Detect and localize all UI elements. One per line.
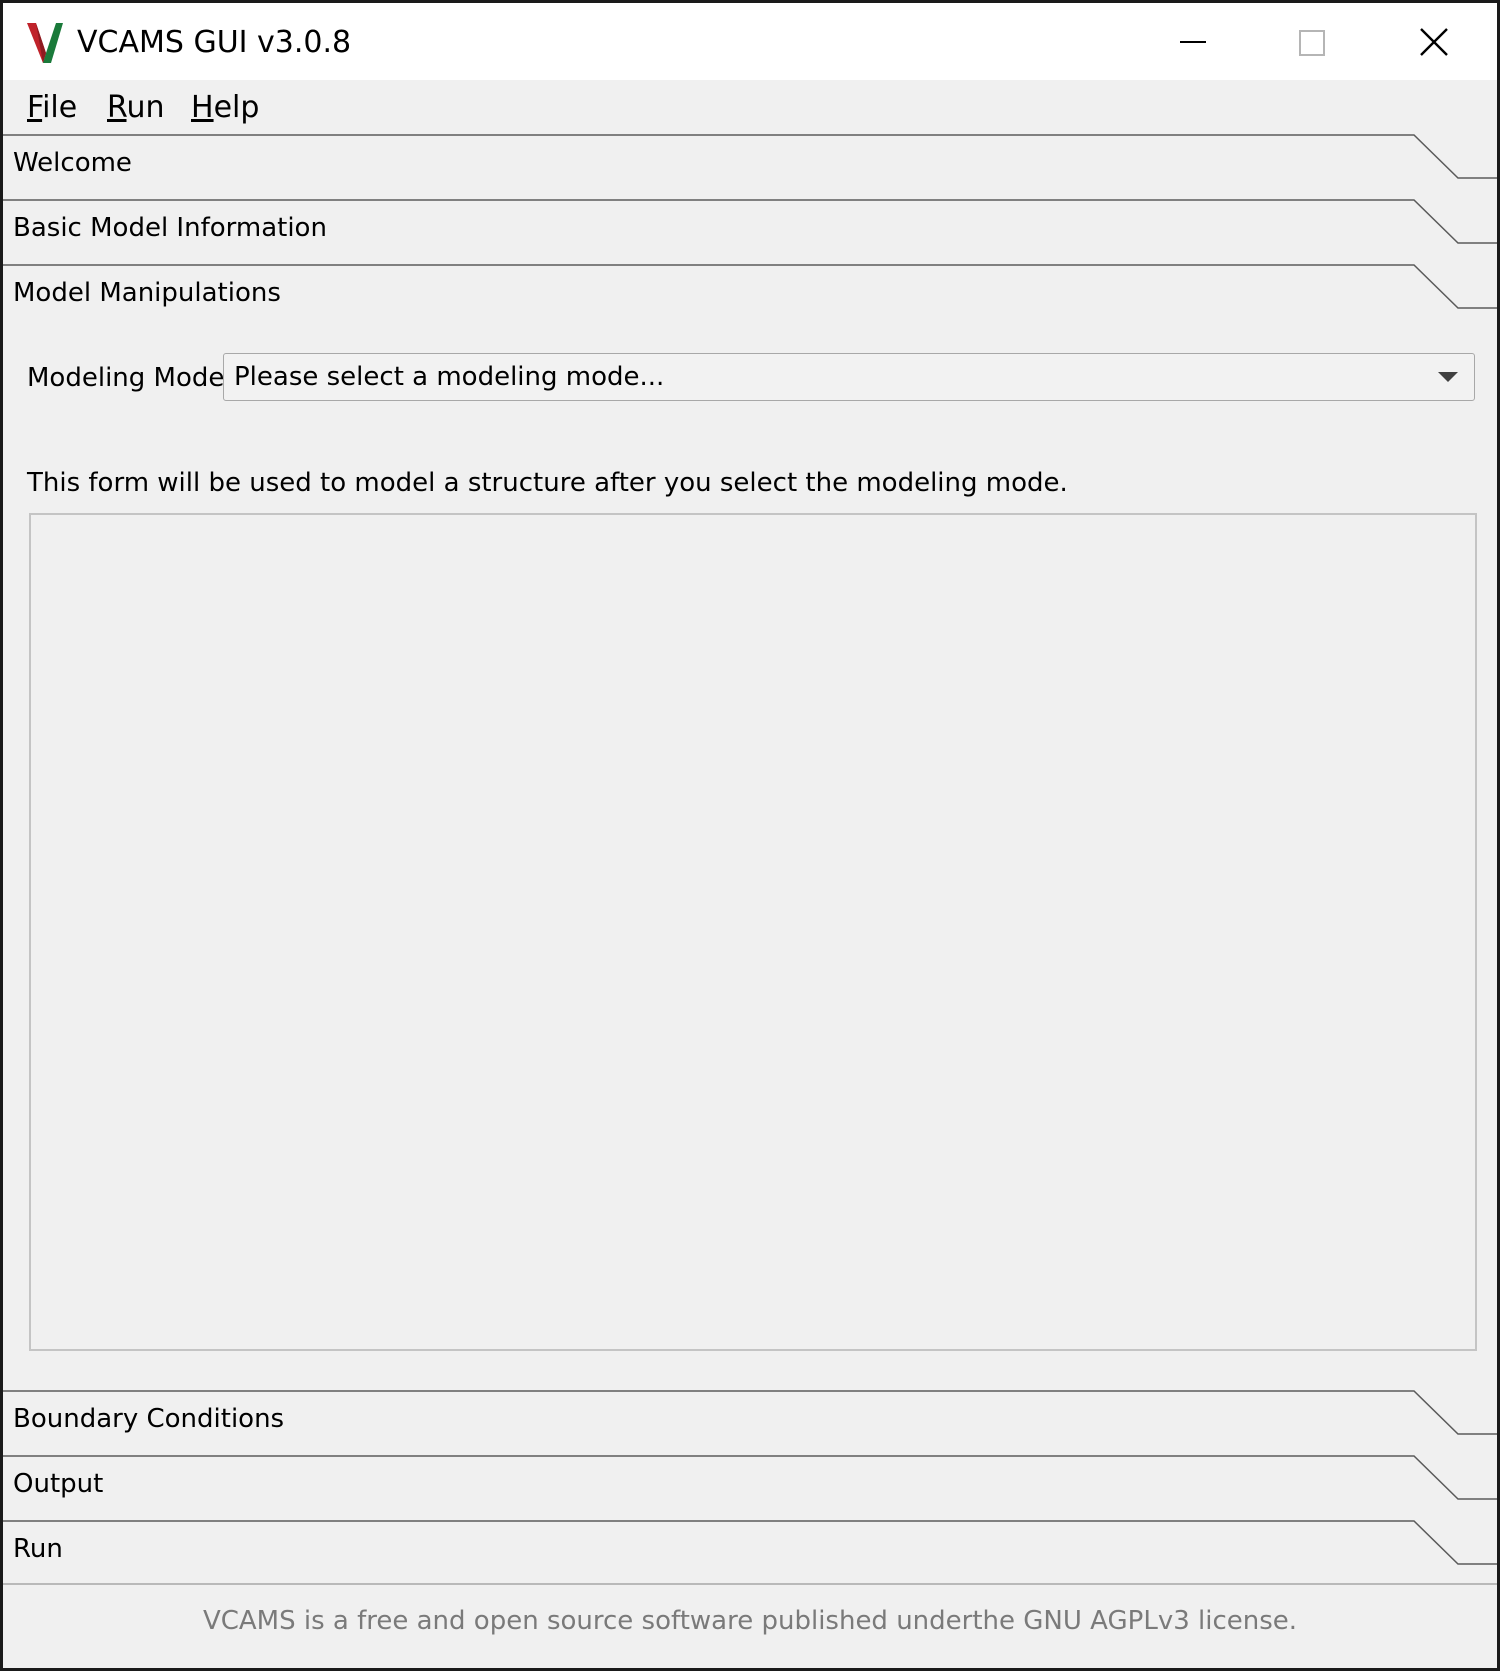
section-run[interactable]: Run (3, 1520, 1497, 1585)
menu-help-label: elp (213, 90, 260, 125)
minimize-icon (1180, 41, 1206, 43)
close-icon (1420, 28, 1448, 56)
section-tab-outline (3, 1455, 1497, 1500)
section-model-manipulations[interactable]: Model Manipulations (3, 264, 1497, 329)
section-tab-outline (3, 134, 1497, 179)
menu-run-label: un (126, 90, 165, 125)
modeling-form-area (29, 513, 1477, 1351)
menu-file-label: ile (42, 90, 78, 125)
menu-file[interactable]: File (27, 90, 77, 126)
section-tab-outline (3, 1520, 1497, 1565)
modeling-mode-label: Modeling Mode (27, 363, 225, 393)
section-run-label: Run (13, 1534, 63, 1564)
title-bar[interactable]: VCAMS GUI v3.0.8 (3, 3, 1497, 80)
footer-license-text: VCAMS is a free and open source software… (202, 1606, 1298, 1636)
maximize-icon (1299, 30, 1325, 56)
chevron-down-icon (1438, 372, 1458, 382)
section-welcome-label: Welcome (13, 148, 132, 178)
section-output[interactable]: Output (3, 1455, 1497, 1520)
section-boundary-conditions-label: Boundary Conditions (13, 1404, 285, 1434)
minimize-button[interactable] (1133, 3, 1253, 80)
menu-run[interactable]: Run (107, 90, 165, 126)
section-welcome[interactable]: Welcome (3, 134, 1497, 199)
menu-help-mnemonic: H (191, 90, 214, 125)
section-output-label: Output (13, 1469, 104, 1499)
menu-bar: File Run Help (3, 80, 1497, 134)
vcams-v-logo-icon (27, 23, 63, 63)
menu-file-mnemonic: F (27, 90, 43, 125)
maximize-button[interactable] (1253, 3, 1373, 80)
section-basic-model-information-label: Basic Model Information (13, 213, 327, 243)
modeling-mode-select[interactable]: Please select a modeling mode... (223, 353, 1475, 401)
modeling-form-info-text: This form will be used to model a struct… (27, 468, 1068, 498)
section-boundary-conditions[interactable]: Boundary Conditions (3, 1390, 1497, 1455)
menu-run-mnemonic: R (107, 90, 127, 125)
window-title: VCAMS GUI v3.0.8 (77, 25, 352, 60)
close-button[interactable] (1375, 3, 1495, 80)
modeling-mode-selected-value: Please select a modeling mode... (234, 362, 665, 392)
section-model-manipulations-label: Model Manipulations (13, 278, 281, 308)
app-window: VCAMS GUI v3.0.8 File Run Help Welcome B… (0, 0, 1500, 1671)
menu-help[interactable]: Help (191, 90, 259, 126)
footer-divider (3, 1583, 1497, 1585)
section-basic-model-information[interactable]: Basic Model Information (3, 199, 1497, 264)
